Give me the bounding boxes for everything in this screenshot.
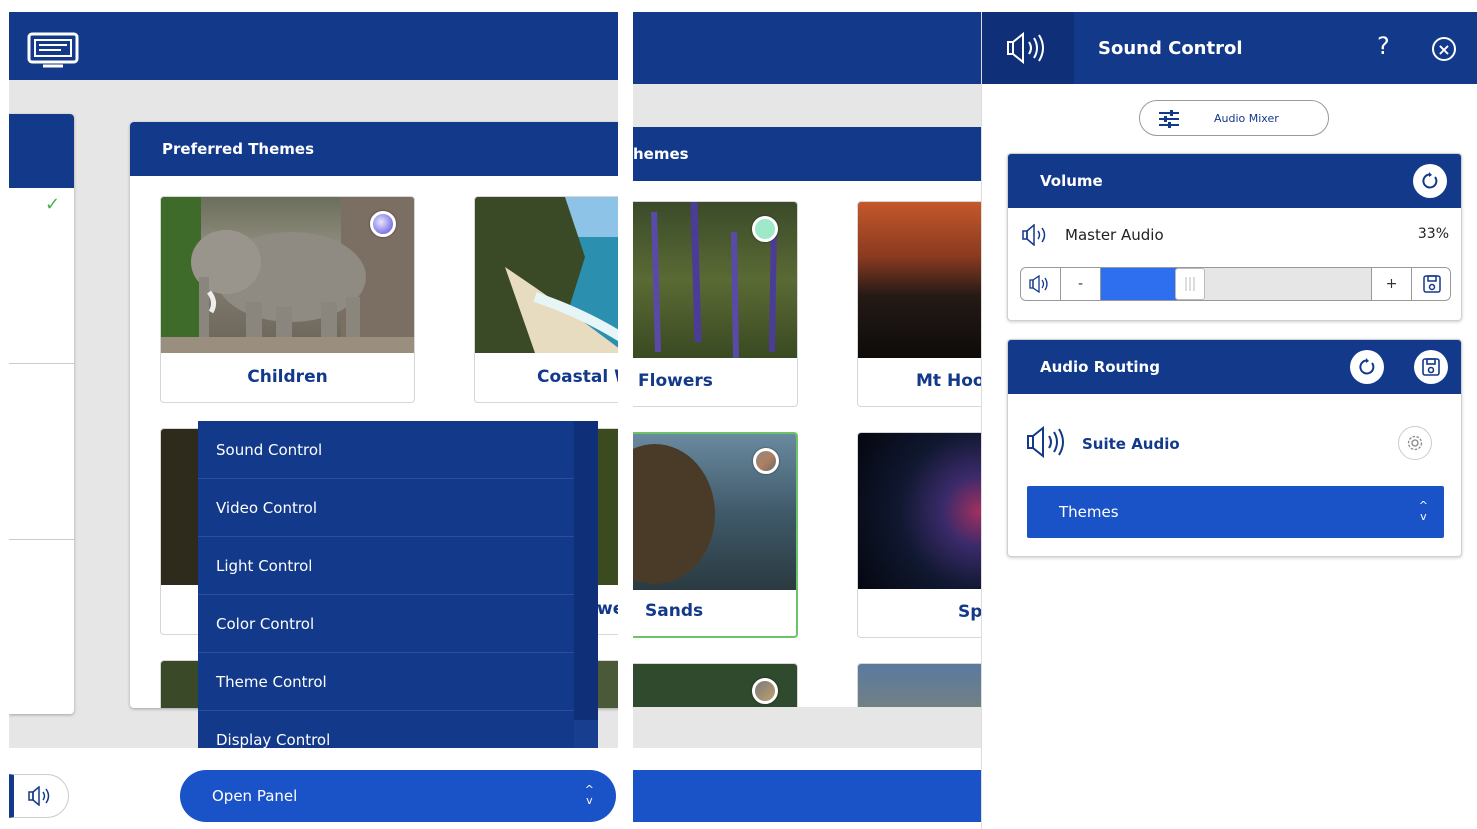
check-icon: ✓ [45,194,61,215]
themes-header: Preferred Themes [130,122,618,176]
control-menu: Sound Control Video Control Light Contro… [198,421,598,771]
volume-section: Volume Master Audio 33% - + [1007,153,1462,321]
mountain-image [858,202,983,358]
speaker-tab[interactable] [982,12,1074,84]
divider [9,363,74,364]
themes-select-value: Themes [1059,503,1119,521]
theme-card-flowers[interactable]: Flowers [633,201,798,407]
left-header [9,12,618,80]
left-screen: ✓ Preferred Themes Children Coastal w So… [9,12,618,829]
close-icon: × [1437,39,1451,59]
space-image [858,433,983,589]
speaker-icon [1006,32,1050,64]
volume-slider[interactable]: - + [1020,267,1451,301]
right-header [633,12,983,84]
refresh-icon [1421,172,1439,190]
audio-mixer-label: Audio Mixer [1214,112,1279,125]
speaker-icon [28,786,54,806]
save-icon [1422,358,1440,376]
master-audio-label: Master Audio [1065,226,1164,244]
theme-card-label: Sp [958,602,983,622]
audio-routing-section: Audio Routing Suite Audio Themes ^ v [1007,339,1462,557]
volume-thumb[interactable] [1175,268,1205,300]
refresh-button[interactable] [1413,164,1447,198]
volume-percent: 33% [1417,226,1449,242]
menu-item-sound-control[interactable]: Sound Control [198,421,574,479]
open-panel-select[interactable] [633,770,983,822]
theme-card-mt-hood[interactable]: Mt Hoo [857,201,983,407]
suite-audio-label: Suite Audio [1082,435,1180,453]
speaker-icon [1022,224,1050,246]
volume-header: Volume [1008,154,1461,208]
audio-routing-header: Audio Routing [1008,340,1461,394]
theme-card-label: Mt Hoo [916,371,983,391]
volume-plus-button[interactable]: + [1371,268,1411,300]
volume-title: Volume [1040,172,1103,190]
speaker-icon [1028,275,1053,293]
menu-item-light-control[interactable]: Light Control [198,537,574,595]
theme-card-label: Sands [645,601,704,621]
theme-card-sands[interactable]: Sands [633,432,798,638]
themes-header: hemes [633,127,983,181]
theme-color-dot[interactable] [370,211,396,237]
sound-control-header: Sound Control ? × [982,12,1477,84]
menu-item-video-control[interactable]: Video Control [198,479,574,537]
sliders-icon [1158,109,1180,129]
speaker-button[interactable] [9,774,69,818]
save-button[interactable] [1414,350,1448,384]
volume-minus-button[interactable]: - [1061,268,1101,300]
help-button[interactable]: ? [1377,32,1390,60]
volume-track[interactable] [1101,268,1371,300]
speaker-icon [1026,426,1070,458]
sidebar-card-header [9,114,74,188]
audio-mixer-button[interactable]: Audio Mixer [1139,100,1329,136]
menu-item-theme-control[interactable]: Theme Control [198,653,574,711]
open-panel-label: Open Panel [212,787,298,805]
theme-card-children[interactable]: Children [160,196,415,403]
chevron-updown-icon: ^ v [584,783,594,807]
themes-title: Preferred Themes [162,140,315,158]
themes-select[interactable]: Themes ^ v [1027,486,1444,538]
theme-card-coastal[interactable]: Coastal W [474,196,618,403]
menu-item-color-control[interactable]: Color Control [198,595,574,653]
theme-card[interactable] [857,663,983,707]
sound-control-panel: Sound Control ? × Audio Mixer Volume Mas… [981,12,1477,829]
theme-color-dot[interactable] [752,678,778,704]
refresh-button[interactable] [1350,350,1384,384]
themes-title: hemes [633,145,689,163]
theme-card-label: Children [247,367,328,387]
right-screen: hemes Flowers Mt Hoo Sands Sp [633,12,983,829]
divider [9,539,74,540]
theme-card[interactable] [633,663,798,707]
sidebar-card: ✓ [9,114,74,714]
open-panel-select[interactable]: Open Panel ^ v [180,770,616,822]
panel-title: Sound Control [1098,38,1243,59]
settings-button[interactable] [1398,426,1432,460]
theme-card-label: Flowers [638,371,713,391]
monitor-icon[interactable] [27,32,79,68]
menu-scrollbar-thumb[interactable] [574,421,598,720]
autumn-image [858,664,983,707]
close-button[interactable]: × [1432,37,1456,61]
audio-routing-title: Audio Routing [1040,358,1160,376]
refresh-icon [1358,358,1376,376]
themes-panel: hemes Flowers Mt Hoo Sands Sp [633,127,983,707]
chevron-updown-icon: ^ v [1418,499,1428,523]
theme-color-dot[interactable] [752,216,778,242]
coast-image [475,197,618,353]
gear-icon [1406,434,1424,452]
save-icon [1423,275,1441,293]
mute-button[interactable] [1021,268,1061,300]
theme-card-label: Coastal W [537,367,618,387]
theme-card-space[interactable]: Sp [857,432,983,638]
theme-color-dot[interactable] [753,448,779,474]
save-volume-button[interactable] [1411,268,1450,300]
